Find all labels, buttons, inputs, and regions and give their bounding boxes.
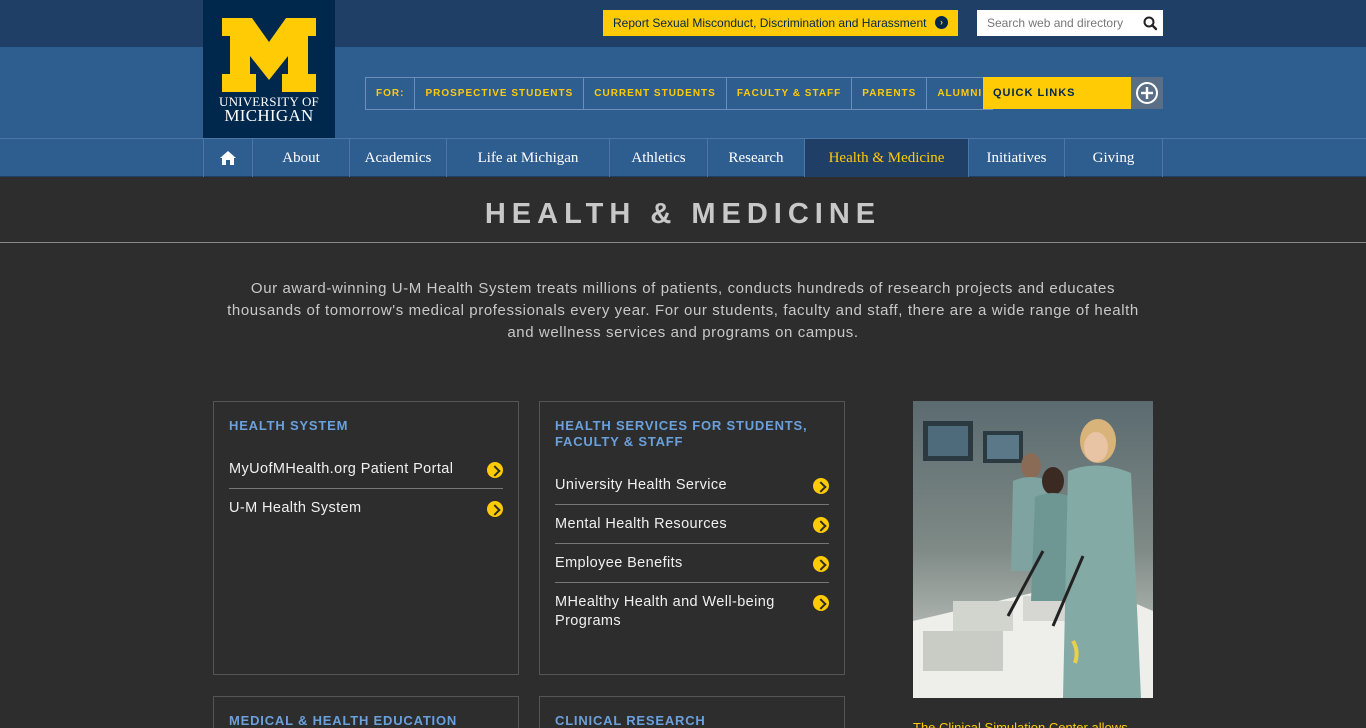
- link-list: MyUofMHealth.org Patient Portal U-M Heal…: [229, 450, 503, 527]
- quick-links-toggle[interactable]: [1131, 77, 1163, 109]
- block-m-logo-icon: [222, 18, 316, 92]
- quick-links-label: QUICK LINKS: [993, 87, 1076, 99]
- link-list: University Health Service Mental Health …: [555, 466, 829, 640]
- nav-item-academics[interactable]: Academics: [350, 139, 447, 177]
- search-input[interactable]: [977, 10, 1137, 36]
- clinical-simulation-photo: [913, 401, 1153, 698]
- feature-caption-link[interactable]: The Clinical Simulation Center allows: [913, 720, 1153, 728]
- link-university-health-service[interactable]: University Health Service: [555, 466, 829, 505]
- card-medical-education: MEDICAL & HEALTH EDUCATION: [213, 696, 519, 728]
- link-employee-benefits[interactable]: Employee Benefits: [555, 544, 829, 583]
- nav-item-initiatives[interactable]: Initiatives: [969, 139, 1065, 177]
- report-misconduct-button[interactable]: Report Sexual Misconduct, Discrimination…: [603, 10, 958, 36]
- audience-parents[interactable]: PARENTS: [852, 78, 928, 109]
- link-label: MHealthy Health and Well-being Programs: [555, 594, 775, 629]
- university-logo[interactable]: UNIVERSITY OF MICHIGAN: [203, 0, 335, 138]
- search-icon: [1143, 16, 1158, 31]
- link-um-health-system[interactable]: U-M Health System: [229, 489, 503, 527]
- arrow-right-circle-icon: ›: [935, 16, 948, 29]
- main-nav: About Academics Life at Michigan Athleti…: [0, 138, 1366, 177]
- home-icon: [220, 151, 236, 165]
- nav-home[interactable]: [204, 139, 253, 177]
- link-mhealthy-programs[interactable]: MHealthy Health and Well-being Programs: [555, 583, 829, 640]
- arrow-right-circle-icon: [813, 478, 829, 494]
- card-health-services: HEALTH SERVICES FOR STUDENTS, FACULTY & …: [539, 401, 845, 675]
- logo-line-2: MICHIGAN: [224, 106, 314, 125]
- nav-item-athletics[interactable]: Athletics: [610, 139, 708, 177]
- arrow-right-circle-icon: [813, 595, 829, 611]
- audience-prefix: FOR:: [366, 78, 416, 109]
- nav-item-research[interactable]: Research: [708, 139, 805, 177]
- arrow-right-circle-icon: [487, 501, 503, 517]
- card-health-system: HEALTH SYSTEM MyUofMHealth.org Patient P…: [213, 401, 519, 675]
- search-box: [977, 10, 1163, 36]
- plus-circle-icon: [1136, 82, 1158, 104]
- link-mental-health-resources[interactable]: Mental Health Resources: [555, 505, 829, 544]
- card-title: HEALTH SERVICES FOR STUDENTS, FACULTY & …: [555, 418, 808, 449]
- link-label: Employee Benefits: [555, 555, 683, 571]
- link-label: Mental Health Resources: [555, 516, 727, 532]
- quick-links-button[interactable]: QUICK LINKS: [983, 77, 1163, 109]
- feature-photo[interactable]: [913, 401, 1153, 698]
- link-label: MyUofMHealth.org Patient Portal: [229, 461, 454, 477]
- audience-bar: FOR: PROSPECTIVE STUDENTS CURRENT STUDEN…: [365, 77, 994, 110]
- nav-item-health-medicine[interactable]: Health & Medicine: [805, 139, 969, 177]
- audience-current-students[interactable]: CURRENT STUDENTS: [584, 78, 727, 109]
- nav-item-about[interactable]: About: [253, 139, 350, 177]
- link-label: University Health Service: [555, 477, 727, 493]
- card-title: HEALTH SYSTEM: [229, 418, 349, 433]
- arrow-right-circle-icon: [487, 462, 503, 478]
- search-button[interactable]: [1137, 10, 1163, 36]
- link-patient-portal[interactable]: MyUofMHealth.org Patient Portal: [229, 450, 503, 489]
- nav-item-life-at-michigan[interactable]: Life at Michigan: [447, 139, 610, 177]
- card-clinical-research: CLINICAL RESEARCH: [539, 696, 845, 728]
- audience-faculty-staff[interactable]: FACULTY & STAFF: [727, 78, 853, 109]
- arrow-right-circle-icon: [813, 517, 829, 533]
- audience-prospective-students[interactable]: PROSPECTIVE STUDENTS: [415, 78, 585, 109]
- page-title: HEALTH & MEDICINE: [484, 198, 882, 230]
- report-misconduct-label: Report Sexual Misconduct, Discrimination…: [613, 16, 927, 30]
- card-title: CLINICAL RESEARCH: [555, 713, 706, 728]
- card-title: MEDICAL & HEALTH EDUCATION: [229, 713, 458, 728]
- link-label: U-M Health System: [229, 500, 362, 516]
- nav-item-giving[interactable]: Giving: [1065, 139, 1163, 177]
- arrow-right-circle-icon: [813, 556, 829, 572]
- intro-text: Our award-winning U-M Health System trea…: [227, 280, 1139, 341]
